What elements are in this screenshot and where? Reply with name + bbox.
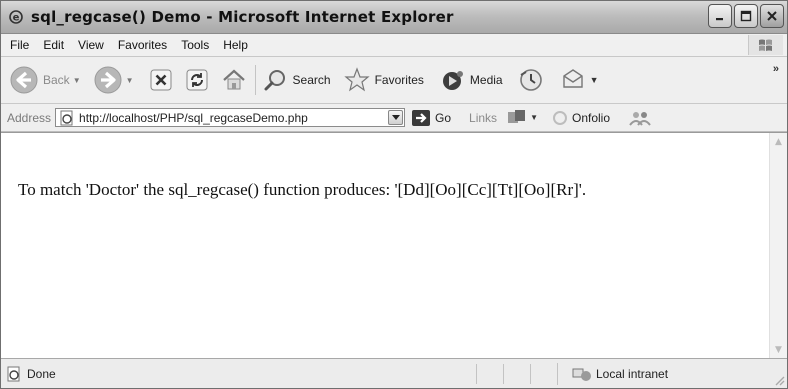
media-icon (442, 71, 463, 90)
resize-grip-icon[interactable] (773, 374, 785, 386)
onfolio-icon (552, 110, 567, 125)
forward-arrow-icon (94, 66, 122, 94)
translate-button[interactable]: ▼ (507, 109, 538, 127)
page-done-icon (7, 366, 20, 381)
menu-file[interactable]: File (1, 38, 36, 52)
security-zone[interactable]: Local intranet (557, 362, 742, 385)
windows-logo-icon (748, 35, 783, 55)
onfolio-button[interactable]: Onfolio (552, 110, 610, 126)
translate-dropdown-icon[interactable]: ▼ (530, 113, 538, 122)
menu-view[interactable]: View (71, 38, 111, 52)
back-button[interactable]: Back ▼ (6, 62, 84, 98)
mail-button[interactable]: ▼ (556, 62, 602, 98)
address-input[interactable]: http://localhost/PHP/sql_regcaseDemo.php (55, 108, 406, 127)
status-cell (476, 363, 503, 384)
go-arrow-icon (412, 109, 431, 126)
favorites-label: Favorites (374, 73, 424, 87)
translate-icon (508, 109, 526, 123)
close-icon (767, 11, 777, 21)
go-label: Go (435, 110, 452, 125)
scroll-up-icon[interactable]: ▲ (771, 134, 786, 149)
search-button[interactable]: Search (260, 62, 334, 98)
menu-edit[interactable]: Edit (36, 38, 71, 52)
status-bar: Done Local intranet (1, 358, 787, 388)
home-icon (222, 69, 245, 90)
back-label: Back (43, 73, 70, 87)
chevron-down-icon (391, 114, 400, 120)
mail-icon (562, 69, 583, 88)
title-bar[interactable]: e sql_regcase() Demo - Microsoft Interne… (1, 1, 787, 34)
history-icon (519, 69, 542, 91)
minimize-icon (716, 18, 723, 21)
address-label: Address (7, 110, 52, 125)
media-label: Media (469, 73, 503, 87)
menu-help[interactable]: Help (216, 38, 255, 52)
stop-icon (150, 69, 172, 91)
status-cell (530, 363, 557, 384)
onfolio-label: Onfolio (571, 110, 611, 125)
home-button[interactable] (217, 62, 251, 98)
toolbar-overflow-icon[interactable]: » (773, 63, 779, 75)
forward-dropdown-icon[interactable]: ▼ (126, 76, 134, 85)
window-controls (708, 4, 784, 28)
close-button[interactable] (760, 4, 784, 28)
maximize-icon (740, 10, 752, 22)
scroll-down-icon[interactable]: ▼ (771, 342, 786, 357)
menu-favorites[interactable]: Favorites (111, 38, 174, 52)
intranet-icon (572, 368, 591, 381)
status-cell (503, 363, 530, 384)
stop-button[interactable] (145, 62, 177, 98)
browser-window: e sql_regcase() Demo - Microsoft Interne… (0, 0, 788, 389)
toolbar-separator (254, 65, 256, 95)
ie-icon: e (7, 8, 25, 26)
messenger-icon (629, 111, 651, 126)
zone-label: Local intranet (596, 366, 669, 381)
vertical-scrollbar[interactable]: ▲ ▼ (769, 133, 787, 358)
messenger-button[interactable] (628, 109, 652, 127)
page-content: To match 'Doctor' the sql_regcase() func… (1, 132, 787, 358)
mail-dropdown-icon[interactable]: ▼ (590, 75, 599, 85)
window-title: sql_regcase() Demo - Microsoft Internet … (31, 8, 454, 26)
favorites-star-icon (343, 67, 370, 92)
svg-text:e: e (13, 13, 20, 24)
status-section: Done (6, 366, 476, 382)
refresh-icon (186, 69, 208, 91)
media-button[interactable]: Media (437, 62, 506, 98)
page-message: To match 'Doctor' the sql_regcase() func… (18, 180, 587, 199)
back-arrow-icon (10, 66, 38, 94)
refresh-button[interactable] (181, 62, 213, 98)
forward-button[interactable]: ▼ (90, 62, 137, 98)
address-url: http://localhost/PHP/sql_regcaseDemo.php (79, 110, 308, 125)
favorites-button[interactable]: Favorites (340, 62, 427, 98)
links-label[interactable]: Links (469, 111, 497, 125)
search-label: Search (292, 73, 331, 87)
menu-tools[interactable]: Tools (174, 38, 216, 52)
history-button[interactable] (514, 62, 548, 98)
address-dropdown-button[interactable] (388, 110, 404, 125)
standard-toolbar: Back ▼ ▼ Search Favorites Media ▼ » (1, 57, 787, 104)
page-icon (60, 110, 73, 125)
menu-bar: File Edit View Favorites Tools Help (1, 34, 787, 57)
minimize-button[interactable] (708, 4, 732, 28)
search-icon (264, 70, 285, 91)
back-dropdown-icon[interactable]: ▼ (73, 76, 81, 85)
go-button[interactable]: Go (411, 109, 451, 127)
status-text: Done (27, 366, 56, 381)
maximize-button[interactable] (734, 4, 758, 28)
address-bar: Address http://localhost/PHP/sql_regcase… (1, 104, 787, 132)
